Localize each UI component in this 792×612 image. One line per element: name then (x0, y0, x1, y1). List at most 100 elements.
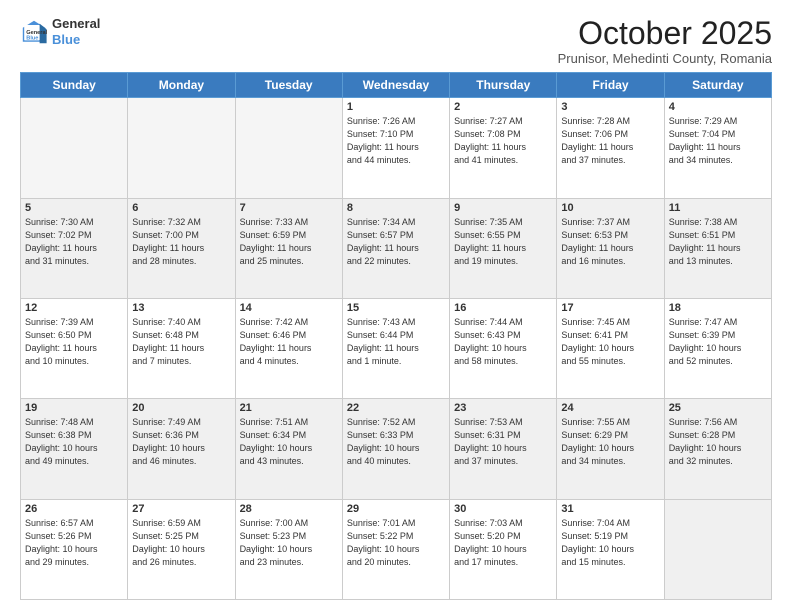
day-info: Sunrise: 7:29 AM Sunset: 7:04 PM Dayligh… (669, 115, 767, 167)
day-info: Sunrise: 7:34 AM Sunset: 6:57 PM Dayligh… (347, 216, 445, 268)
logo-text: General Blue (52, 16, 100, 47)
calendar-week-row: 1 Sunrise: 7:26 AM Sunset: 7:10 PM Daylig… (21, 98, 772, 198)
calendar-week-row: 26Sunrise: 6:57 AM Sunset: 5:26 PM Dayli… (21, 499, 772, 599)
day-number: 28 (240, 503, 338, 515)
svg-text:Blue: Blue (26, 35, 38, 41)
day-of-week-header: Friday (557, 73, 664, 98)
day-info: Sunrise: 7:56 AM Sunset: 6:28 PM Dayligh… (669, 416, 767, 468)
logo: General Blue General Blue (20, 16, 100, 47)
day-of-week-header: Sunday (21, 73, 128, 98)
day-number: 4 (669, 101, 767, 113)
calendar-week-row: 5 Sunrise: 7:30 AM Sunset: 7:02 PM Daylig… (21, 198, 772, 298)
calendar-header-row: SundayMondayTuesdayWednesdayThursdayFrid… (21, 73, 772, 98)
calendar-day-cell: 10 Sunrise: 7:37 AM Sunset: 6:53 PM Dayli… (557, 198, 664, 298)
day-info: Sunrise: 7:37 AM Sunset: 6:53 PM Dayligh… (561, 216, 659, 268)
calendar-day-cell: 2 Sunrise: 7:27 AM Sunset: 7:08 PM Daylig… (450, 98, 557, 198)
day-info: Sunrise: 7:32 AM Sunset: 7:00 PM Dayligh… (132, 216, 230, 268)
day-number: 5 (25, 202, 123, 214)
calendar-day-cell (21, 98, 128, 198)
day-number: 14 (240, 302, 338, 314)
calendar-day-cell: 28Sunrise: 7:00 AM Sunset: 5:23 PM Dayli… (235, 499, 342, 599)
calendar-day-cell: 13Sunrise: 7:40 AM Sunset: 6:48 PM Dayli… (128, 298, 235, 398)
day-number: 15 (347, 302, 445, 314)
calendar-day-cell: 15 Sunrise: 7:43 AM Sunset: 6:44 PM Dayli… (342, 298, 449, 398)
day-number: 7 (240, 202, 338, 214)
day-info: Sunrise: 7:52 AM Sunset: 6:33 PM Dayligh… (347, 416, 445, 468)
day-number: 10 (561, 202, 659, 214)
calendar-day-cell: 18 Sunrise: 7:47 AM Sunset: 6:39 PM Dayli… (664, 298, 771, 398)
day-info: Sunrise: 7:42 AM Sunset: 6:46 PM Dayligh… (240, 316, 338, 368)
calendar-table: SundayMondayTuesdayWednesdayThursdayFrid… (20, 72, 772, 600)
day-number: 9 (454, 202, 552, 214)
day-info: Sunrise: 7:48 AM Sunset: 6:38 PM Dayligh… (25, 416, 123, 468)
day-number: 30 (454, 503, 552, 515)
calendar-day-cell: 16 Sunrise: 7:44 AM Sunset: 6:43 PM Dayli… (450, 298, 557, 398)
day-number: 31 (561, 503, 659, 515)
day-number: 13 (132, 302, 230, 314)
day-number: 24 (561, 402, 659, 414)
day-info: Sunrise: 7:26 AM Sunset: 7:10 PM Dayligh… (347, 115, 445, 167)
day-number: 20 (132, 402, 230, 414)
calendar-day-cell: 5 Sunrise: 7:30 AM Sunset: 7:02 PM Daylig… (21, 198, 128, 298)
day-number: 2 (454, 101, 552, 113)
day-number: 3 (561, 101, 659, 113)
calendar-day-cell: 21Sunrise: 7:51 AM Sunset: 6:34 PM Dayli… (235, 399, 342, 499)
day-number: 12 (25, 302, 123, 314)
calendar-day-cell: 25 Sunrise: 7:56 AM Sunset: 6:28 PM Dayli… (664, 399, 771, 499)
day-number: 11 (669, 202, 767, 214)
day-info: Sunrise: 7:51 AM Sunset: 6:34 PM Dayligh… (240, 416, 338, 468)
calendar-day-cell: 24 Sunrise: 7:55 AM Sunset: 6:29 PM Dayli… (557, 399, 664, 499)
logo-icon: General Blue (20, 18, 48, 46)
day-of-week-header: Wednesday (342, 73, 449, 98)
day-number: 29 (347, 503, 445, 515)
day-number: 16 (454, 302, 552, 314)
header: General Blue General Blue October 2025 P… (20, 16, 772, 66)
calendar-day-cell: 26Sunrise: 6:57 AM Sunset: 5:26 PM Dayli… (21, 499, 128, 599)
day-info: Sunrise: 7:33 AM Sunset: 6:59 PM Dayligh… (240, 216, 338, 268)
day-info: Sunrise: 7:45 AM Sunset: 6:41 PM Dayligh… (561, 316, 659, 368)
day-of-week-header: Saturday (664, 73, 771, 98)
calendar-week-row: 12 Sunrise: 7:39 AM Sunset: 6:50 PM Dayli… (21, 298, 772, 398)
day-number: 6 (132, 202, 230, 214)
day-number: 17 (561, 302, 659, 314)
day-info: Sunrise: 6:59 AM Sunset: 5:25 PM Dayligh… (132, 517, 230, 569)
title-section: October 2025 Prunisor, Mehedinti County,… (558, 16, 772, 66)
calendar-day-cell: 29 Sunrise: 7:01 AM Sunset: 5:22 PM Dayli… (342, 499, 449, 599)
calendar-day-cell: 6 Sunrise: 7:32 AM Sunset: 7:00 PM Daylig… (128, 198, 235, 298)
calendar-week-row: 19Sunrise: 7:48 AM Sunset: 6:38 PM Dayli… (21, 399, 772, 499)
calendar-day-cell: 31 Sunrise: 7:04 AM Sunset: 5:19 PM Dayli… (557, 499, 664, 599)
calendar-day-cell: 9 Sunrise: 7:35 AM Sunset: 6:55 PM Daylig… (450, 198, 557, 298)
day-info: Sunrise: 7:55 AM Sunset: 6:29 PM Dayligh… (561, 416, 659, 468)
day-info: Sunrise: 7:47 AM Sunset: 6:39 PM Dayligh… (669, 316, 767, 368)
calendar-day-cell: 27Sunrise: 6:59 AM Sunset: 5:25 PM Dayli… (128, 499, 235, 599)
calendar-day-cell: 23Sunrise: 7:53 AM Sunset: 6:31 PM Dayli… (450, 399, 557, 499)
day-info: Sunrise: 7:28 AM Sunset: 7:06 PM Dayligh… (561, 115, 659, 167)
day-info: Sunrise: 7:27 AM Sunset: 7:08 PM Dayligh… (454, 115, 552, 167)
calendar-day-cell: 7 Sunrise: 7:33 AM Sunset: 6:59 PM Daylig… (235, 198, 342, 298)
day-of-week-header: Tuesday (235, 73, 342, 98)
day-info: Sunrise: 7:39 AM Sunset: 6:50 PM Dayligh… (25, 316, 123, 368)
month-title: October 2025 (558, 16, 772, 51)
day-of-week-header: Thursday (450, 73, 557, 98)
day-number: 8 (347, 202, 445, 214)
calendar-day-cell: 22Sunrise: 7:52 AM Sunset: 6:33 PM Dayli… (342, 399, 449, 499)
day-info: Sunrise: 7:35 AM Sunset: 6:55 PM Dayligh… (454, 216, 552, 268)
calendar-day-cell (235, 98, 342, 198)
day-info: Sunrise: 7:49 AM Sunset: 6:36 PM Dayligh… (132, 416, 230, 468)
logo-line1: General (52, 16, 100, 32)
calendar-day-cell: 19Sunrise: 7:48 AM Sunset: 6:38 PM Dayli… (21, 399, 128, 499)
day-info: Sunrise: 7:01 AM Sunset: 5:22 PM Dayligh… (347, 517, 445, 569)
logo-line2: Blue (52, 32, 100, 48)
day-info: Sunrise: 7:44 AM Sunset: 6:43 PM Dayligh… (454, 316, 552, 368)
day-number: 18 (669, 302, 767, 314)
day-of-week-header: Monday (128, 73, 235, 98)
calendar-day-cell: 12 Sunrise: 7:39 AM Sunset: 6:50 PM Dayli… (21, 298, 128, 398)
calendar-day-cell: 4 Sunrise: 7:29 AM Sunset: 7:04 PM Daylig… (664, 98, 771, 198)
calendar-day-cell: 20 Sunrise: 7:49 AM Sunset: 6:36 PM Dayli… (128, 399, 235, 499)
day-info: Sunrise: 7:43 AM Sunset: 6:44 PM Dayligh… (347, 316, 445, 368)
day-info: Sunrise: 7:04 AM Sunset: 5:19 PM Dayligh… (561, 517, 659, 569)
day-info: Sunrise: 7:30 AM Sunset: 7:02 PM Dayligh… (25, 216, 123, 268)
day-number: 25 (669, 402, 767, 414)
location: Prunisor, Mehedinti County, Romania (558, 51, 772, 66)
day-number: 1 (347, 101, 445, 113)
